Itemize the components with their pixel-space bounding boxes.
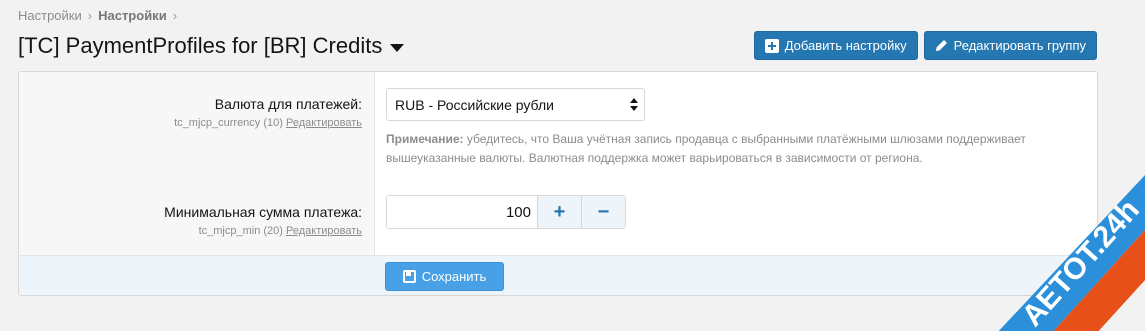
labels-column: Валюта для платежей: tc_mjcp_currency (1…: [19, 72, 375, 255]
settings-panel: Валюта для платежей: tc_mjcp_currency (1…: [18, 71, 1098, 296]
min-amount-label: Минимальная сумма платежа:: [164, 204, 362, 220]
min-amount-option-id: tc_mjcp_min (20): [198, 225, 283, 237]
plus-square-icon: [764, 38, 779, 53]
save-label: Сохранить: [421, 269, 487, 284]
toolbar: Добавить настройку Редактировать группу: [753, 31, 1097, 60]
breadcrumb-item-settings-current[interactable]: Настройки: [98, 8, 167, 23]
plus-icon: +: [553, 200, 566, 223]
pencil-icon: [935, 40, 947, 51]
save-button[interactable]: Сохранить: [385, 262, 504, 291]
minus-icon: −: [597, 200, 610, 223]
add-setting-label: Добавить настройку: [784, 38, 907, 53]
breadcrumb-item-settings[interactable]: Настройки: [18, 8, 82, 23]
currency-label-block: Валюта для платежей: tc_mjcp_currency (1…: [174, 96, 362, 129]
page-title[interactable]: [TC] PaymentProfiles for [BR] Credits: [18, 33, 405, 59]
currency-select[interactable]: RUB - Российские рубли: [386, 88, 645, 121]
currency-option-id: tc_mjcp_currency (10): [174, 117, 283, 129]
note-text: убедитесь, что Ваша учётная запись прода…: [386, 132, 1026, 165]
select-arrows-icon: [630, 98, 638, 112]
page-title-text: [TC] PaymentProfiles for [BR] Credits: [18, 33, 383, 58]
min-amount-input[interactable]: [387, 196, 537, 228]
decrement-button[interactable]: −: [581, 196, 625, 228]
floppy-disk-icon: [402, 270, 416, 283]
edit-group-label: Редактировать группу: [953, 38, 1086, 53]
currency-note: Примечание: убедитесь, что Ваша учётная …: [386, 130, 1086, 168]
caret-down-icon[interactable]: [390, 43, 405, 52]
currency-meta: tc_mjcp_currency (10) Редактировать: [174, 117, 362, 129]
note-label: Примечание:: [386, 132, 464, 146]
min-amount-stepper: + −: [386, 195, 626, 229]
form-footer: Сохранить: [19, 255, 1097, 295]
currency-edit-link[interactable]: Редактировать: [286, 117, 362, 129]
min-amount-meta: tc_mjcp_min (20) Редактировать: [164, 225, 362, 237]
currency-selected-value: RUB - Российские рубли: [395, 96, 554, 113]
increment-button[interactable]: +: [537, 196, 581, 228]
breadcrumb-chevron-icon: ›: [172, 8, 178, 23]
min-amount-edit-link[interactable]: Редактировать: [286, 225, 362, 237]
add-setting-button[interactable]: Добавить настройку: [753, 31, 918, 60]
watermark-logo: AETOT.24h: [995, 170, 1145, 331]
breadcrumb: Настройки › Настройки ›: [18, 8, 177, 23]
breadcrumb-chevron-icon: ›: [87, 8, 93, 23]
min-amount-label-block: Минимальная сумма платежа: tc_mjcp_min (…: [164, 204, 362, 237]
edit-group-button[interactable]: Редактировать группу: [923, 31, 1097, 60]
watermark-ribbon-icon: AETOT.24h: [998, 175, 1145, 331]
currency-label: Валюта для платежей:: [214, 96, 362, 112]
